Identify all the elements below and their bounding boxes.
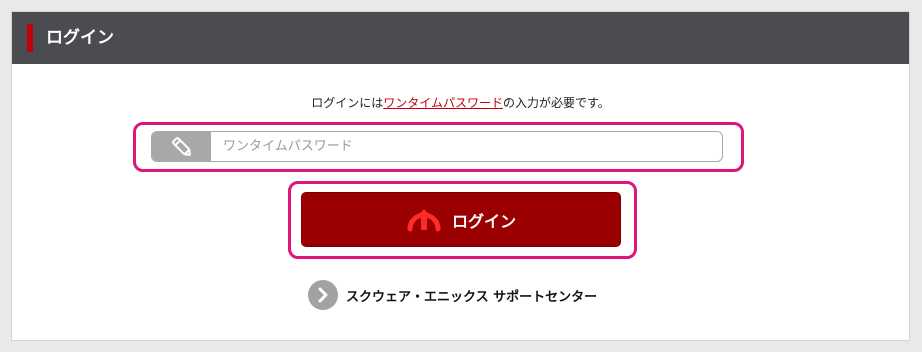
login-button-label: ログイン	[451, 211, 516, 231]
notice-text-before: ログインには	[311, 96, 384, 110]
header-accent-bar	[27, 24, 33, 52]
otp-notice: ログインにはワンタイムパスワードの入力が必要です。	[12, 94, 909, 111]
otp-input[interactable]	[211, 132, 722, 161]
login-arrow-icon	[406, 203, 442, 237]
notice-text-after: の入力が必要です。	[502, 96, 610, 110]
pencil-icon	[152, 132, 211, 161]
support-center-link[interactable]: スクウェア・エニックス サポートセンター	[308, 280, 597, 310]
login-panel: ログイン ログインにはワンタイムパスワードの入力が必要です。 ログイン	[11, 11, 910, 341]
page-title: ログイン	[46, 28, 114, 48]
login-button[interactable]: ログイン	[301, 192, 621, 247]
panel-header: ログイン	[12, 12, 909, 64]
otp-link[interactable]: ワンタイムパスワード	[383, 96, 503, 110]
support-center-label: スクウェア・エニックス サポートセンター	[346, 289, 598, 305]
chevron-right-icon	[308, 280, 338, 310]
otp-input-container	[151, 131, 723, 162]
